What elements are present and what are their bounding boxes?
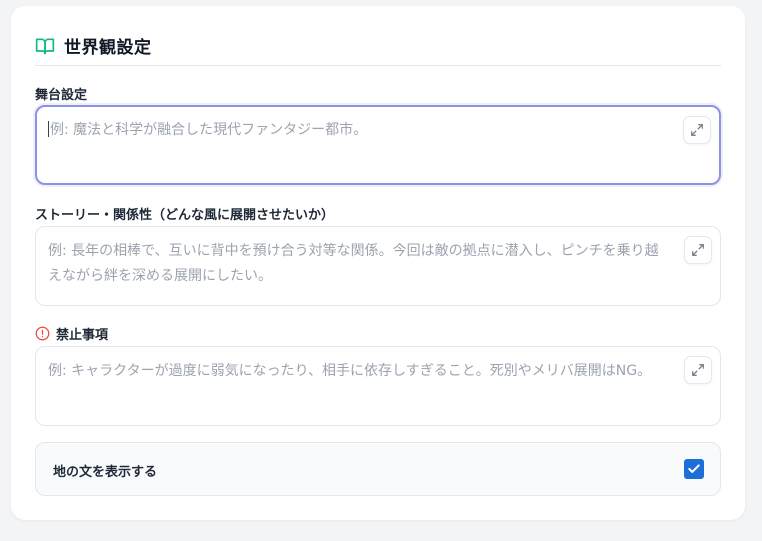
story-expand-button[interactable] [684, 236, 712, 264]
story-label: ストーリー・関係性（どんな風に展開させたいか） [35, 208, 335, 223]
expand-icon [691, 243, 705, 257]
prohibited-expand-button[interactable] [684, 356, 712, 384]
world-settings-card: 世界観設定 舞台設定 例: 魔法と科学が融合した現代ファンタジー都市。 ストーリ… [11, 6, 745, 520]
alert-circle-icon [35, 326, 50, 341]
setting-expand-button[interactable] [683, 116, 711, 144]
story-textarea[interactable]: 例: 長年の相棒で、互いに背中を預け合う対等な関係。今回は敵の拠点に潜入し、ピン… [35, 226, 721, 306]
narration-toggle-row[interactable]: 地の文を表示する [35, 442, 721, 496]
setting-placeholder: 例: 魔法と科学が融合した現代ファンタジー都市。 [50, 122, 368, 138]
expand-icon [690, 123, 704, 137]
setting-textarea[interactable]: 例: 魔法と科学が融合した現代ファンタジー都市。 [35, 105, 721, 185]
narration-checkbox[interactable] [684, 459, 704, 479]
text-caret [48, 121, 49, 137]
check-icon [687, 462, 701, 476]
section-header: 世界観設定 [35, 33, 152, 58]
setting-label: 舞台設定 [35, 88, 88, 103]
section-title: 世界観設定 [64, 38, 152, 58]
prohibited-textarea[interactable]: 例: キャラクターが過度に弱気になったり、相手に依存しすぎること。死別やメリバ展… [35, 346, 721, 426]
story-placeholder: 例: 長年の相棒で、互いに背中を預け合う対等な関係。今回は敵の拠点に潜入し、ピン… [48, 243, 659, 284]
narration-toggle-label: 地の文を表示する [53, 465, 158, 480]
header-divider [35, 65, 721, 66]
prohibited-placeholder: 例: キャラクターが過度に弱気になったり、相手に依存しすぎること。死別やメリバ展… [48, 363, 652, 379]
prohibited-label: 禁止事項 [35, 324, 108, 343]
expand-icon [691, 363, 705, 377]
book-open-icon [35, 36, 55, 56]
